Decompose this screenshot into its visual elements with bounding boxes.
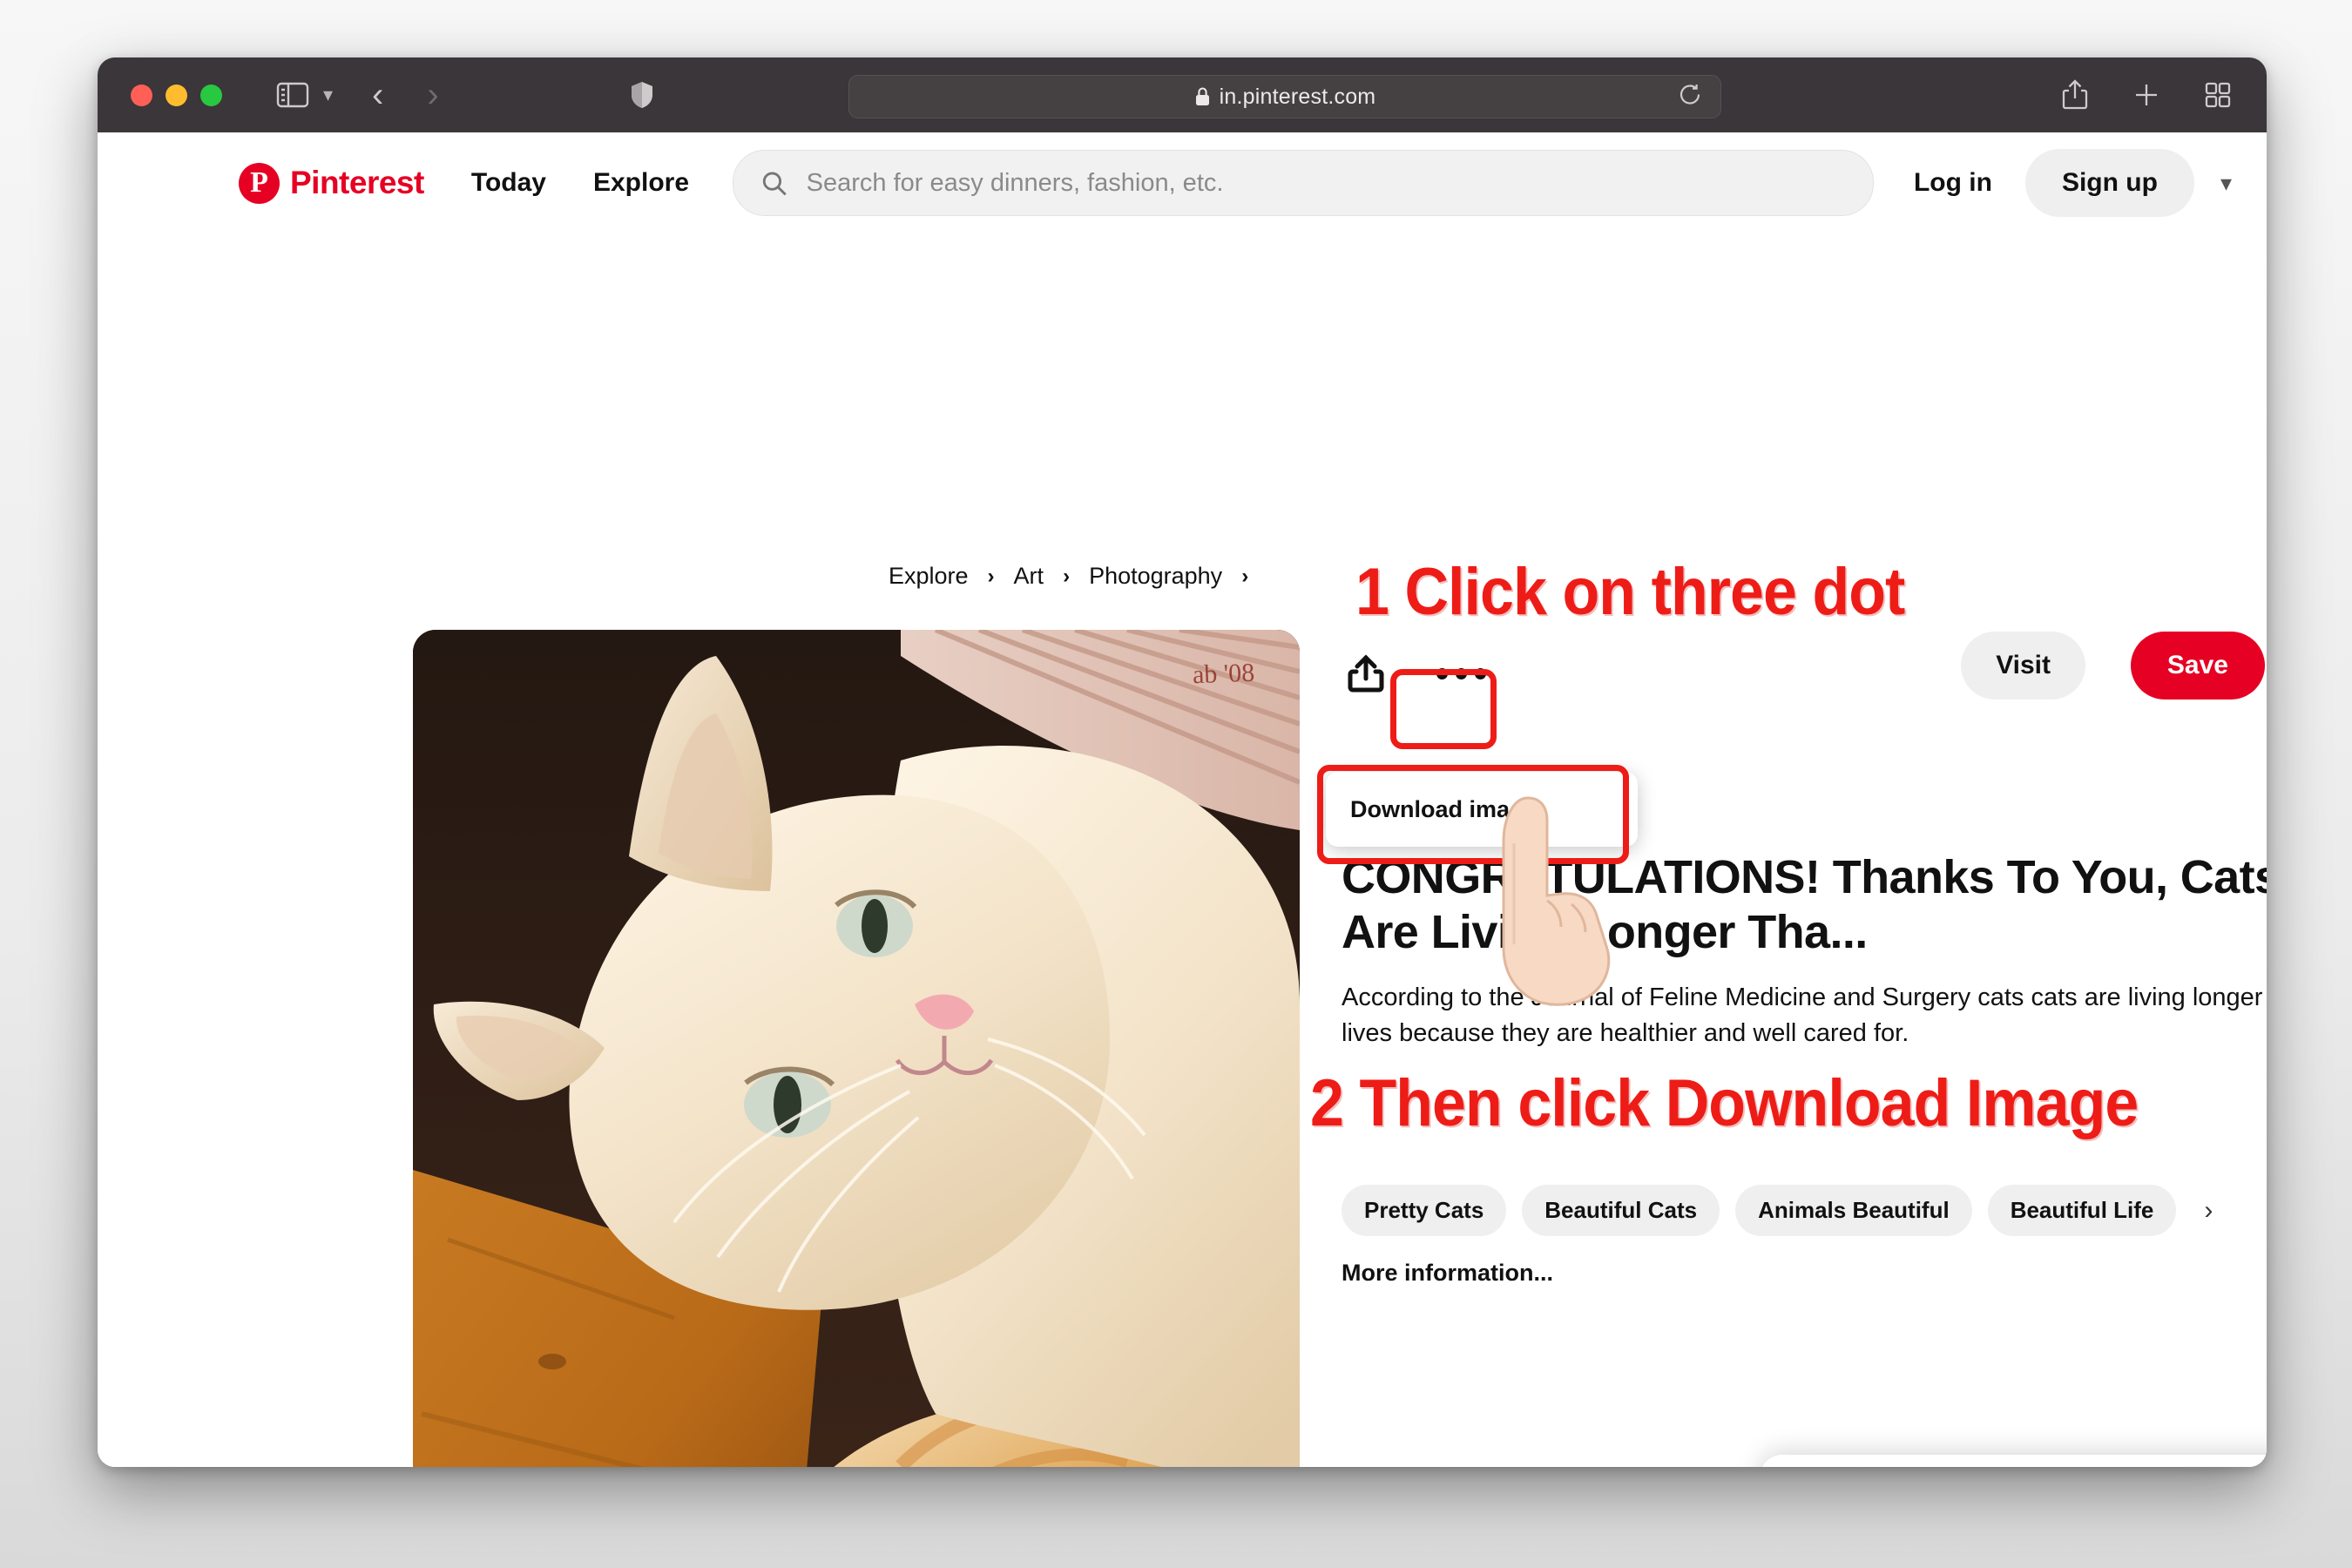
lock-icon	[1194, 86, 1211, 107]
search-input[interactable]	[805, 168, 1845, 199]
nav-today[interactable]: Today	[471, 168, 546, 198]
annotation-step-1: 1 Click on three dot	[1355, 554, 1904, 630]
share-upload-icon[interactable]	[1342, 649, 1390, 698]
tag-chip-beautiful-cats[interactable]: Beautiful Cats	[1522, 1185, 1720, 1236]
search-icon	[761, 170, 787, 197]
reload-icon[interactable]	[1679, 84, 1701, 111]
login-link[interactable]: Log in	[1914, 168, 1992, 198]
breadcrumb-item-art[interactable]: Art	[1014, 563, 1044, 590]
breadcrumb: Explore › Art › Photography ›	[889, 563, 1248, 590]
signed-out-toast: You are signed out Sign in to get the be…	[1760, 1455, 2267, 1467]
nav-explore[interactable]: Explore	[593, 168, 689, 198]
minimize-window-button[interactable]	[166, 84, 187, 106]
pinterest-logo-text: Pinterest	[290, 165, 424, 201]
share-icon[interactable]	[2061, 79, 2089, 111]
close-window-button[interactable]	[131, 84, 152, 106]
save-button[interactable]: Save	[2131, 632, 2265, 700]
tag-chip-pretty-cats[interactable]: Pretty Cats	[1342, 1185, 1506, 1236]
safari-browser-window: ▾ ‹ › in.pinterest.com	[98, 57, 2267, 1467]
search-bar[interactable]	[733, 150, 1874, 216]
pinterest-p-icon: P	[239, 163, 280, 204]
address-bar[interactable]: in.pinterest.com	[848, 75, 1721, 118]
pointing-hand-cursor	[1474, 791, 1622, 1013]
chevron-right-icon: ›	[1241, 564, 1248, 589]
shield-icon[interactable]	[631, 81, 653, 109]
chevron-right-icon[interactable]: ›	[2204, 1196, 2213, 1226]
pin-detail-panel: Visit Save	[1342, 630, 2265, 717]
back-button[interactable]: ‹	[372, 76, 383, 115]
breadcrumb-item-photography[interactable]: Photography	[1089, 563, 1222, 590]
browser-titlebar: ▾ ‹ › in.pinterest.com	[98, 57, 2267, 132]
forward-button[interactable]: ›	[427, 76, 438, 115]
pinterest-logo[interactable]: P Pinterest	[239, 163, 424, 204]
pinterest-header: P Pinterest Today Explore Log in Sign up…	[98, 132, 2267, 233]
more-information-link[interactable]: More information...	[1342, 1260, 1553, 1287]
tag-chip-beautiful-life[interactable]: Beautiful Life	[1988, 1185, 2177, 1236]
annotation-step-2: 2 Then click Download Image	[1310, 1065, 2138, 1141]
zoom-window-button[interactable]	[200, 84, 222, 106]
signup-button[interactable]: Sign up	[2025, 149, 2194, 217]
tag-chip-animals-beautiful[interactable]: Animals Beautiful	[1735, 1185, 1972, 1236]
kittens-photo	[413, 630, 1300, 1467]
dot	[1456, 668, 1467, 679]
url-text: in.pinterest.com	[1220, 84, 1376, 110]
window-traffic-lights	[131, 84, 222, 106]
image-watermark: ab '08	[1192, 659, 1254, 690]
visit-button[interactable]: Visit	[1961, 632, 2085, 700]
chevron-right-icon: ›	[988, 564, 995, 589]
three-dots-icon[interactable]	[1425, 646, 1497, 700]
dot	[1436, 668, 1448, 679]
pin-image[interactable]: ab '08	[413, 630, 1300, 1467]
sidebar-toggle-icon[interactable]	[276, 81, 309, 109]
breadcrumb-item-explore[interactable]: Explore	[889, 563, 969, 590]
chevron-down-icon[interactable]: ▾	[323, 84, 333, 106]
chevron-down-icon[interactable]: ▾	[2220, 170, 2232, 197]
plus-icon[interactable]	[2132, 81, 2160, 109]
dot	[1475, 668, 1486, 679]
pin-action-row: Visit Save	[1342, 630, 2265, 717]
chevron-right-icon: ›	[1063, 564, 1070, 589]
browser-toolbar-right	[2061, 57, 2232, 132]
related-tags-row: Pretty Cats Beautiful Cats Animals Beaut…	[1342, 1185, 2213, 1236]
pin-detail-content: Explore › Art › Photography ›	[98, 233, 2267, 1467]
grid-icon[interactable]	[2204, 81, 2232, 109]
pinterest-page: P Pinterest Today Explore Log in Sign up…	[98, 132, 2267, 1467]
